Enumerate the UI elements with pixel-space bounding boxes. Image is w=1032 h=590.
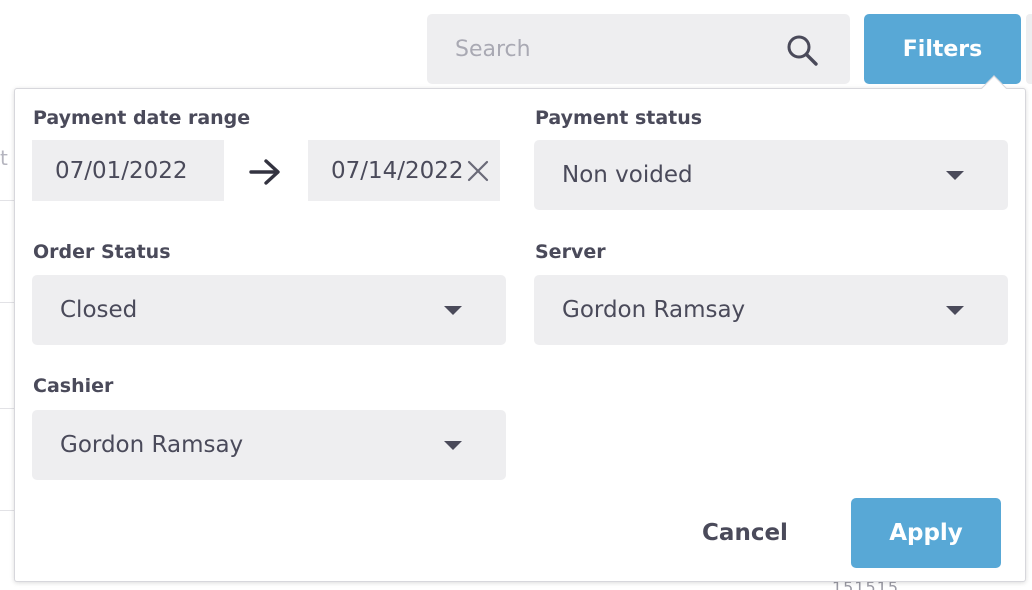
payment-date-range-label: Payment date range <box>33 107 251 129</box>
search-icon[interactable] <box>785 33 819 67</box>
filters-screen: t 151515 Filters Payment date range 07/0… <box>0 0 1032 590</box>
background-button-edge <box>1026 14 1032 84</box>
order-status-label: Order Status <box>33 241 171 263</box>
filters-button[interactable]: Filters <box>864 14 1021 84</box>
start-date-field[interactable]: 07/01/2022 <box>32 140 224 201</box>
order-status-value: Closed <box>60 297 138 323</box>
cashier-value: Gordon Ramsay <box>60 432 244 458</box>
order-status-select[interactable]: Closed <box>32 275 506 345</box>
search-box[interactable] <box>427 14 850 84</box>
end-date-value: 07/14/2022 <box>331 157 464 184</box>
caret-down-icon <box>444 441 462 450</box>
background-text-fragment: t <box>0 146 8 170</box>
server-value: Gordon Ramsay <box>562 297 746 323</box>
payment-status-select[interactable]: Non voided <box>534 140 1008 210</box>
close-icon[interactable] <box>465 158 491 184</box>
caret-down-icon <box>444 306 462 315</box>
cashier-select[interactable]: Gordon Ramsay <box>32 410 506 480</box>
server-select[interactable]: Gordon Ramsay <box>534 275 1008 345</box>
apply-button[interactable]: Apply <box>851 498 1001 568</box>
payment-status-value: Non voided <box>562 162 693 188</box>
arrow-right-icon <box>249 159 280 185</box>
search-input[interactable] <box>455 36 785 62</box>
payment-status-label: Payment status <box>535 107 703 129</box>
caret-down-icon <box>946 306 964 315</box>
cashier-label: Cashier <box>33 375 114 397</box>
caret-down-icon <box>946 171 964 180</box>
cancel-button[interactable]: Cancel <box>690 503 800 563</box>
server-label: Server <box>535 241 606 263</box>
